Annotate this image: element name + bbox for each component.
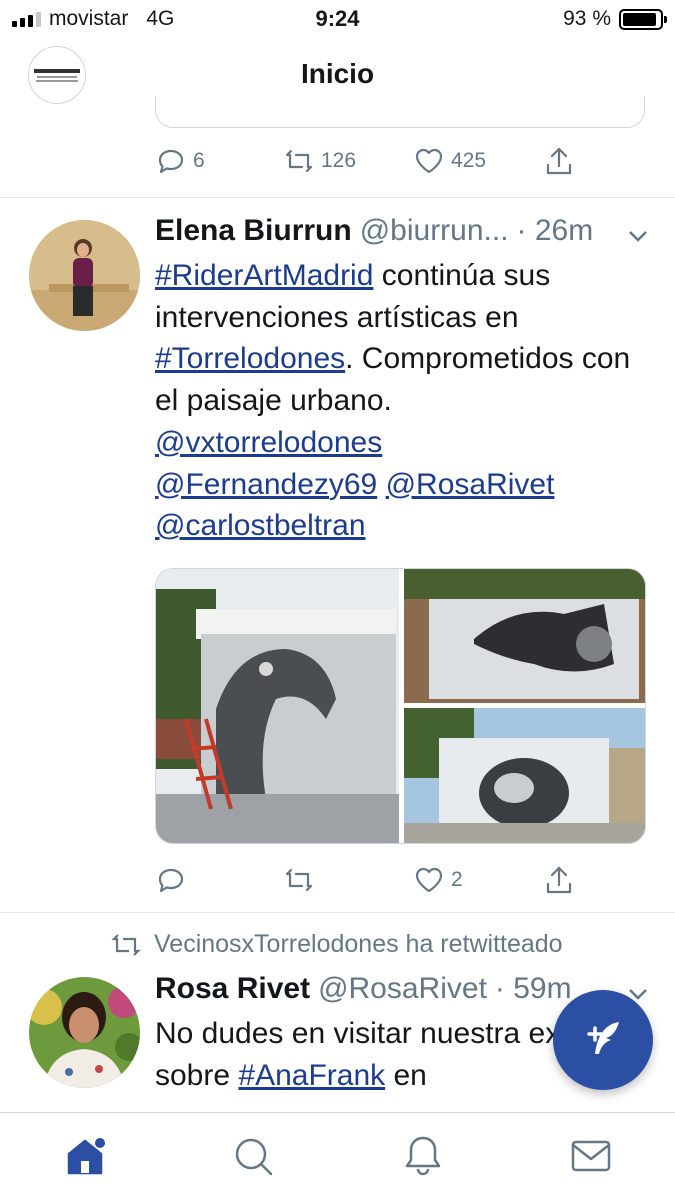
avatar[interactable] (29, 220, 140, 331)
reply-icon (158, 868, 184, 893)
heart-icon (415, 148, 443, 174)
like-count: 2 (451, 868, 463, 891)
hashtag-link[interactable]: #Torrelodones (155, 342, 345, 375)
tweet-actions: 2 (155, 864, 595, 904)
share-icon (546, 147, 572, 175)
mail-icon (571, 1140, 611, 1172)
tweet-text: #RiderArtMadrid continúa sus intervencio… (155, 255, 655, 547)
retweet-button[interactable]: 126 (283, 145, 356, 177)
like-count: 425 (451, 149, 487, 172)
tab-search[interactable] (230, 1133, 276, 1179)
reply-button[interactable] (155, 864, 187, 896)
like-button[interactable]: 425 (413, 145, 486, 177)
retweet-icon (111, 933, 141, 956)
mention-link[interactable]: @vxtorrelodones (155, 426, 382, 459)
retweet-context-label: VecinosxTorrelodones ha retwitteado (154, 930, 563, 958)
retweet-button[interactable] (283, 864, 315, 896)
tweet-header: Elena Biurrun @biurrun... · 26m (155, 214, 655, 248)
tab-messages[interactable] (568, 1133, 614, 1179)
reply-icon (158, 149, 184, 174)
share-button[interactable] (543, 864, 575, 896)
hashtag-link[interactable]: #AnaFrank (238, 1059, 385, 1092)
retweet-context[interactable]: VecinosxTorrelodones ha retwitteado (110, 930, 563, 959)
divider (0, 912, 675, 913)
author-name[interactable]: Rosa Rivet (155, 972, 310, 1006)
divider (0, 197, 675, 198)
retweet-icon (285, 149, 313, 173)
feather-plus-icon (587, 1022, 619, 1054)
heart-icon (415, 867, 443, 893)
tab-notifications[interactable] (400, 1133, 446, 1179)
bottom-tab-bar (0, 1112, 675, 1200)
bell-icon (405, 1136, 441, 1176)
retweet-count: 126 (321, 149, 357, 172)
retweet-icon (285, 868, 313, 892)
battery-percent: 93 % (563, 7, 611, 30)
author-handle[interactable]: @biurrun... (360, 214, 509, 248)
reply-button[interactable]: 6 (155, 145, 205, 177)
tweet-time: · 26m (516, 214, 594, 247)
chevron-down-icon[interactable] (626, 224, 650, 248)
author-handle[interactable]: @RosaRivet (318, 972, 487, 1006)
mention-link[interactable]: @RosaRivet (386, 468, 555, 501)
previous-tweet-actions: 6 126 425 (155, 145, 595, 185)
quoted-card-bottom[interactable] (155, 96, 645, 128)
tweet-text-segment: en (385, 1058, 427, 1092)
like-button[interactable]: 2 (413, 864, 463, 896)
mention-link[interactable]: @Fernandezy69 (155, 468, 377, 501)
status-bar: movistar 4G 9:24 93 % (0, 0, 675, 38)
photo-eagle-mural-wide[interactable] (404, 569, 645, 703)
author-name[interactable]: Elena Biurrun (155, 214, 352, 248)
home-icon (67, 1138, 105, 1175)
photo-eagle-mural[interactable] (156, 569, 399, 843)
tab-home[interactable] (64, 1133, 110, 1179)
share-icon (546, 866, 572, 894)
search-icon (235, 1138, 273, 1176)
reply-count: 6 (193, 149, 205, 172)
media-grid (155, 568, 646, 844)
page-title: Inicio (300, 58, 375, 89)
mention-link[interactable]: @carlostbeltran (155, 509, 366, 542)
share-button[interactable] (543, 145, 575, 177)
tweet-time: · 59m (494, 972, 572, 1005)
photo-hands-mural[interactable] (404, 708, 645, 843)
hashtag-link[interactable]: #RiderArtMadrid (155, 259, 373, 292)
battery-icon (619, 8, 667, 30)
compose-tweet-button[interactable] (553, 990, 653, 1090)
avatar[interactable] (29, 977, 140, 1088)
